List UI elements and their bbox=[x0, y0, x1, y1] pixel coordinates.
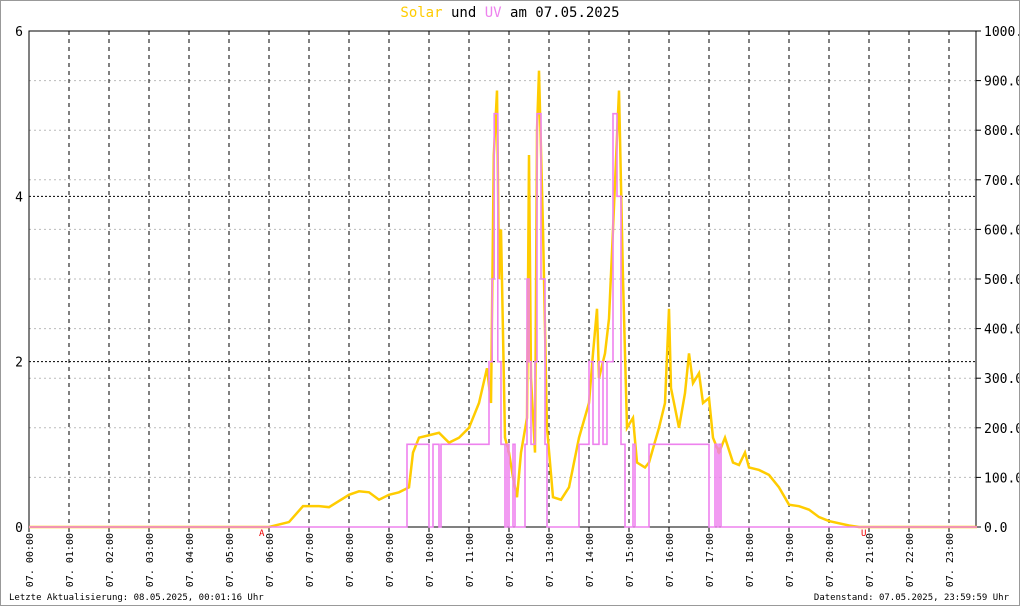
y-right-tick-label: 700.0 bbox=[984, 174, 1019, 189]
x-tick-label: 07. 12:00 bbox=[505, 533, 516, 587]
last-update: Letzte Aktualisierung: 08.05.2025, 00:01… bbox=[9, 593, 264, 603]
x-tick-label: 07. 11:00 bbox=[465, 533, 476, 587]
x-tick-label: 07. 09:00 bbox=[385, 533, 396, 587]
x-tick-label: 07. 04:00 bbox=[185, 533, 196, 587]
x-tick-label: 07. 22:00 bbox=[905, 533, 916, 587]
x-tick-label: 07. 16:00 bbox=[665, 533, 676, 587]
x-tick-label: 07. 15:00 bbox=[625, 533, 636, 587]
x-tick-label: 07. 14:00 bbox=[585, 533, 596, 587]
y-right-tick-label: 100.0 bbox=[984, 471, 1019, 486]
x-tick-label: 07. 20:00 bbox=[825, 533, 836, 587]
y-left-tick-label: 4 bbox=[15, 190, 23, 205]
x-tick-label: 07. 21:00 bbox=[865, 533, 876, 587]
y-right-tick-label: 0.0 bbox=[984, 521, 1007, 536]
y-right-tick-label: 500.0 bbox=[984, 273, 1019, 288]
y-left-tick-label: 2 bbox=[15, 356, 23, 371]
x-tick-label: 07. 06:00 bbox=[265, 533, 276, 587]
x-tick-label: 07. 19:00 bbox=[785, 533, 796, 587]
y-right-tick-label: 600.0 bbox=[984, 223, 1019, 238]
x-tick-label: 07. 03:00 bbox=[145, 533, 156, 587]
sunset-marker: U bbox=[861, 529, 866, 539]
x-tick-label: 07. 00:00 bbox=[25, 533, 36, 587]
y-right-tick-label: 900.0 bbox=[984, 75, 1019, 90]
y-right-tick-label: 300.0 bbox=[984, 372, 1019, 387]
data-status: Datenstand: 07.05.2025, 23:59:59 Uhr bbox=[813, 593, 1009, 603]
x-tick-label: 07. 02:00 bbox=[105, 533, 116, 587]
x-tick-label: 07. 17:00 bbox=[705, 533, 716, 587]
x-tick-label: 07. 08:00 bbox=[345, 533, 356, 587]
x-tick-label: 07. 10:00 bbox=[425, 533, 436, 587]
y-right-tick-label: 1000.0 bbox=[984, 25, 1019, 40]
x-tick-label: 07. 13:00 bbox=[545, 533, 556, 587]
y-left-tick-label: 6 bbox=[15, 25, 23, 40]
y-right-tick-label: 800.0 bbox=[984, 124, 1019, 139]
x-tick-label: 07. 23:00 bbox=[945, 533, 956, 587]
chart-window: Solar und UV am 07.05.2025 07. 00:00 07. … bbox=[0, 0, 1020, 606]
y-left-tick-label: 0 bbox=[15, 521, 23, 536]
x-tick-label: 07. 01:00 bbox=[65, 533, 76, 587]
x-tick-label: 07. 05:00 bbox=[225, 533, 236, 587]
solar-line bbox=[29, 70, 977, 529]
plot-area: 07. 00:00 07. 01:00 07. 02:00 07. 03:00 07. … bbox=[15, 25, 1019, 587]
x-tick-label: 07. 07:00 bbox=[305, 533, 316, 587]
y-right-tick-label: 200.0 bbox=[984, 422, 1019, 437]
x-tick-label: 07. 18:00 bbox=[745, 533, 756, 587]
y-right-tick-label: 400.0 bbox=[984, 323, 1019, 338]
sunrise-marker: A bbox=[259, 529, 265, 539]
